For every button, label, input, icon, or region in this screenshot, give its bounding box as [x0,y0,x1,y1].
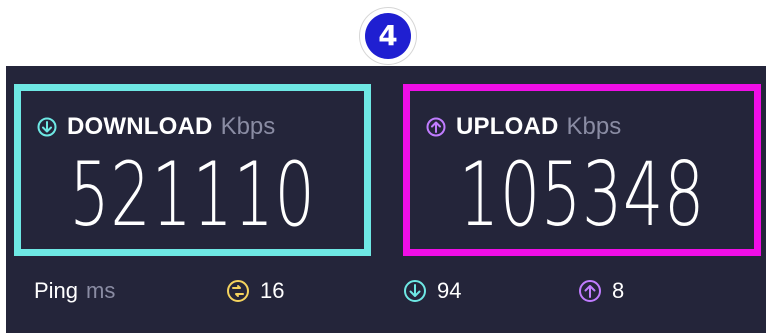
ping-label-group: Ping ms [34,271,115,311]
step-badge: 4 [360,8,416,64]
download-value: 521110 [69,143,316,246]
ping-unit: ms [86,278,116,303]
download-arrow-icon [404,280,426,302]
upload-arrow-icon [579,280,601,302]
ping-label: Ping [34,278,79,303]
jitter-value: 16 [260,278,285,303]
upload-value: 105348 [458,143,706,246]
upload-arrow-icon [426,117,446,137]
jitter-stat: 16 [226,271,284,311]
download-header: DOWNLOAD Kbps [37,113,275,141]
upload-header: UPLOAD Kbps [426,113,621,141]
ping-stats-row: Ping ms 16 94 8 [6,271,766,311]
download-highlight-box: DOWNLOAD Kbps 521110 [14,84,371,256]
upload-latency-value: 8 [612,278,625,303]
upload-latency-stat: 8 [578,271,624,311]
step-number: 4 [365,13,411,59]
upload-highlight-box: UPLOAD Kbps 105348 [403,84,761,256]
download-latency-stat: 94 [403,271,461,311]
result-panel: DOWNLOAD Kbps 521110 UPLOAD Kbps 105348 … [6,66,766,333]
speedtest-result-view: 4 DOWNLOAD Kbps 521110 UPLOAD Kbps 10534… [0,0,766,333]
download-latency-value: 94 [437,278,462,303]
jitter-icon [227,280,249,302]
download-unit: Kbps [220,113,276,140]
download-label: DOWNLOAD [67,113,213,140]
upload-label: UPLOAD [456,113,559,140]
upload-unit: Kbps [566,113,622,140]
download-arrow-icon [37,117,57,137]
